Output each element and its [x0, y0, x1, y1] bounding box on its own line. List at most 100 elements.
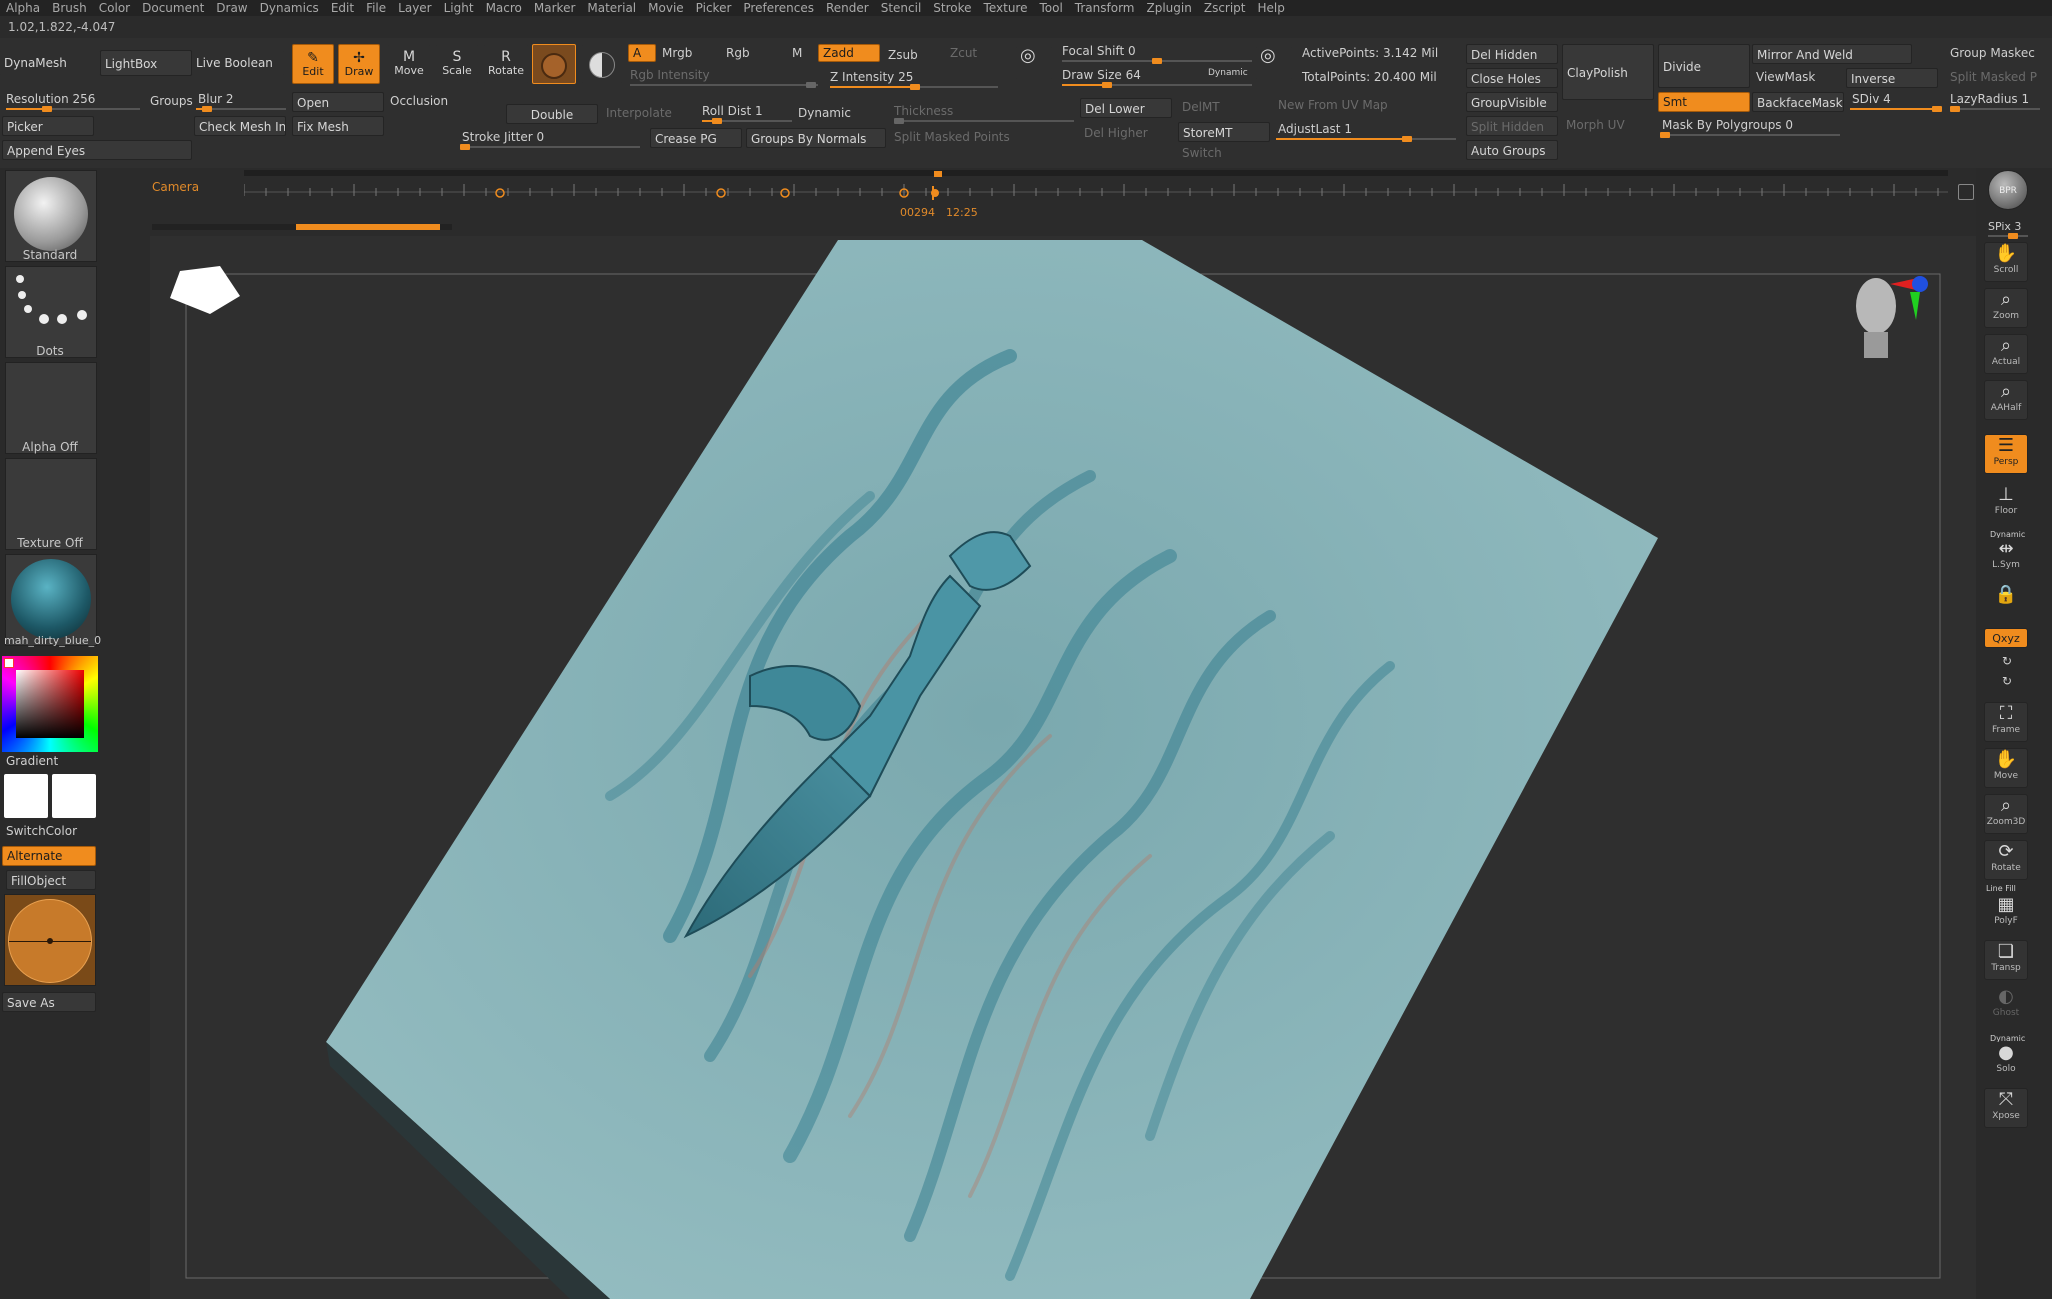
double-button[interactable]: Double — [506, 104, 598, 124]
occlusion-button[interactable]: Occlusion — [390, 94, 448, 108]
xyz-button[interactable]: Qxyz — [1984, 628, 2028, 648]
group-visible-button[interactable]: GroupVisible — [1466, 92, 1558, 112]
menu-item-render[interactable]: Render — [820, 0, 875, 16]
sdiv-track[interactable] — [1850, 106, 1942, 112]
transp-button[interactable]: ❏ Transp — [1984, 940, 2028, 980]
split-hidden-button[interactable]: Split Hidden — [1466, 116, 1558, 136]
draw-size-track[interactable] — [1062, 82, 1252, 88]
crease-pg-button[interactable]: Crease PG — [650, 128, 742, 148]
persp-button[interactable]: ☰ Persp — [1984, 434, 2028, 474]
menu-item-light[interactable]: Light — [438, 0, 480, 16]
dynamic-button[interactable]: Dynamic — [798, 106, 851, 120]
group-masked-button[interactable]: Group Maskec — [1950, 46, 2035, 60]
zoom-button[interactable]: ⌕ Zoom — [1984, 288, 2028, 328]
a-toggle[interactable]: A — [628, 44, 656, 62]
rgb-button[interactable]: Rgb — [726, 46, 750, 60]
smt-toggle[interactable]: Smt — [1658, 92, 1750, 112]
del-lower-button[interactable]: Del Lower — [1080, 98, 1172, 118]
storemt-button[interactable]: StoreMT — [1178, 122, 1270, 142]
lazyradius-slider[interactable]: LazyRadius 1 — [1950, 92, 2029, 106]
switch-button[interactable]: Switch — [1182, 146, 1222, 160]
roll-dist-track[interactable] — [702, 118, 792, 124]
z-intensity-track[interactable] — [830, 84, 998, 90]
focal-shift-slider[interactable]: Focal Shift 0 — [1062, 44, 1136, 58]
thickness-track[interactable] — [894, 118, 1074, 124]
menu-item-document[interactable]: Document — [136, 0, 210, 16]
zadd-button[interactable]: Zadd — [818, 44, 880, 62]
divide-button[interactable]: Divide — [1658, 44, 1750, 88]
menu-item-alpha[interactable]: Alpha — [0, 0, 46, 16]
menu-item-zscript[interactable]: Zscript — [1198, 0, 1252, 16]
resolution-slider[interactable]: Resolution 256 — [6, 92, 95, 106]
doc-texture-thumbnail[interactable] — [4, 894, 96, 986]
zcut-button[interactable]: Zcut — [950, 46, 977, 60]
dynamic-toggle-small[interactable]: Dynamic — [1208, 68, 1248, 78]
scale-button[interactable]: S Scale — [436, 44, 478, 84]
viewport-svg[interactable] — [150, 236, 1976, 1299]
append-eyes-button[interactable]: Append Eyes — [2, 140, 192, 160]
groups-toggle[interactable]: Groups — [150, 94, 193, 108]
color-square[interactable] — [16, 670, 84, 738]
spix-track[interactable] — [1988, 233, 2028, 239]
rotate-view-button[interactable]: ⟳ Rotate — [1984, 840, 2028, 880]
material-thumbnail[interactable] — [5, 554, 97, 646]
save-as-button[interactable]: Save As — [2, 992, 96, 1012]
menu-item-stencil[interactable]: Stencil — [875, 0, 928, 16]
backfacemask-button[interactable]: BackfaceMask — [1752, 92, 1844, 112]
live-boolean-button[interactable]: Live Boolean — [192, 50, 284, 76]
draw-button[interactable]: ✢ Draw — [338, 44, 380, 84]
menu-item-picker[interactable]: Picker — [690, 0, 738, 16]
fix-mesh-button[interactable]: Fix Mesh — [292, 116, 384, 136]
mask-by-polygroups-track[interactable] — [1660, 132, 1840, 138]
del-higher-button[interactable]: Del Higher — [1084, 126, 1148, 140]
sdiv-slider[interactable]: SDiv 4 — [1852, 92, 1891, 106]
frame-button[interactable]: ⛶ Frame — [1984, 702, 2028, 742]
d-dial-button[interactable]: ◎ — [1256, 46, 1292, 80]
z-intensity-slider[interactable]: Z Intensity 25 — [830, 70, 913, 84]
groups-by-normals-button[interactable]: Groups By Normals — [746, 128, 886, 148]
menu-item-transform[interactable]: Transform — [1069, 0, 1141, 16]
menu-item-macro[interactable]: Macro — [480, 0, 528, 16]
split-masked-p-button[interactable]: Split Masked P — [1950, 70, 2037, 84]
document-canvas[interactable] — [150, 236, 1976, 1299]
dynamesh-button[interactable]: DynaMesh — [0, 50, 100, 76]
blur-track[interactable] — [196, 106, 286, 112]
color-sphere-button[interactable] — [582, 44, 622, 84]
check-mesh-button[interactable]: Check Mesh Inte — [194, 116, 286, 136]
edit-button[interactable]: ✎ Edit — [292, 44, 334, 84]
main-color-swatch[interactable] — [4, 774, 48, 818]
menu-item-material[interactable]: Material — [581, 0, 642, 16]
stroke-jitter-track[interactable] — [460, 144, 640, 150]
move-view-button[interactable]: ✋ Move — [1984, 748, 2028, 788]
switchcolor-button[interactable]: SwitchColor — [6, 824, 77, 838]
draw-size-slider[interactable]: Draw Size 64 — [1062, 68, 1141, 82]
split-masked-points-button[interactable]: Split Masked Points — [894, 130, 1010, 144]
zoom3d-button[interactable]: ⌕ Zoom3D — [1984, 794, 2028, 834]
timeline-playhead[interactable] — [932, 186, 934, 200]
rgb-intensity-track[interactable] — [630, 82, 818, 88]
bpr-button[interactable]: BPR — [1988, 170, 2028, 210]
thickness-slider[interactable]: Thickness — [894, 104, 953, 118]
polyf-button[interactable]: ▦ PolyF — [1984, 894, 2028, 934]
mirror-and-weld-button[interactable]: Mirror And Weld — [1752, 44, 1912, 64]
menu-item-edit[interactable]: Edit — [325, 0, 360, 16]
mask-by-polygroups-slider[interactable]: Mask By Polygroups 0 — [1662, 118, 1793, 132]
rotate-button[interactable]: R Rotate — [484, 44, 528, 84]
menu-item-dynamics[interactable]: Dynamics — [254, 0, 325, 16]
lightbox-button[interactable]: LightBox — [100, 50, 192, 76]
menu-item-marker[interactable]: Marker — [528, 0, 581, 16]
rgb-intensity-slider[interactable]: Rgb Intensity — [630, 68, 710, 82]
stroke-jitter-slider[interactable]: Stroke Jitter 0 — [462, 130, 544, 144]
blur-slider[interactable]: Blur 2 — [198, 92, 234, 106]
menu-item-stroke[interactable]: Stroke — [927, 0, 977, 16]
menu-item-layer[interactable]: Layer — [392, 0, 437, 16]
menu-item-texture[interactable]: Texture — [978, 0, 1034, 16]
timeline-track[interactable] — [244, 168, 1960, 208]
menu-item-help[interactable]: Help — [1252, 0, 1291, 16]
menu-item-preferences[interactable]: Preferences — [737, 0, 820, 16]
close-holes-button[interactable]: Close Holes — [1466, 68, 1558, 88]
rotate-y-icon[interactable]: ↻ — [2002, 654, 2012, 668]
menu-item-brush[interactable]: Brush — [46, 0, 93, 16]
interpolate-button[interactable]: Interpolate — [606, 106, 672, 120]
picker-button[interactable]: Picker — [2, 116, 94, 136]
